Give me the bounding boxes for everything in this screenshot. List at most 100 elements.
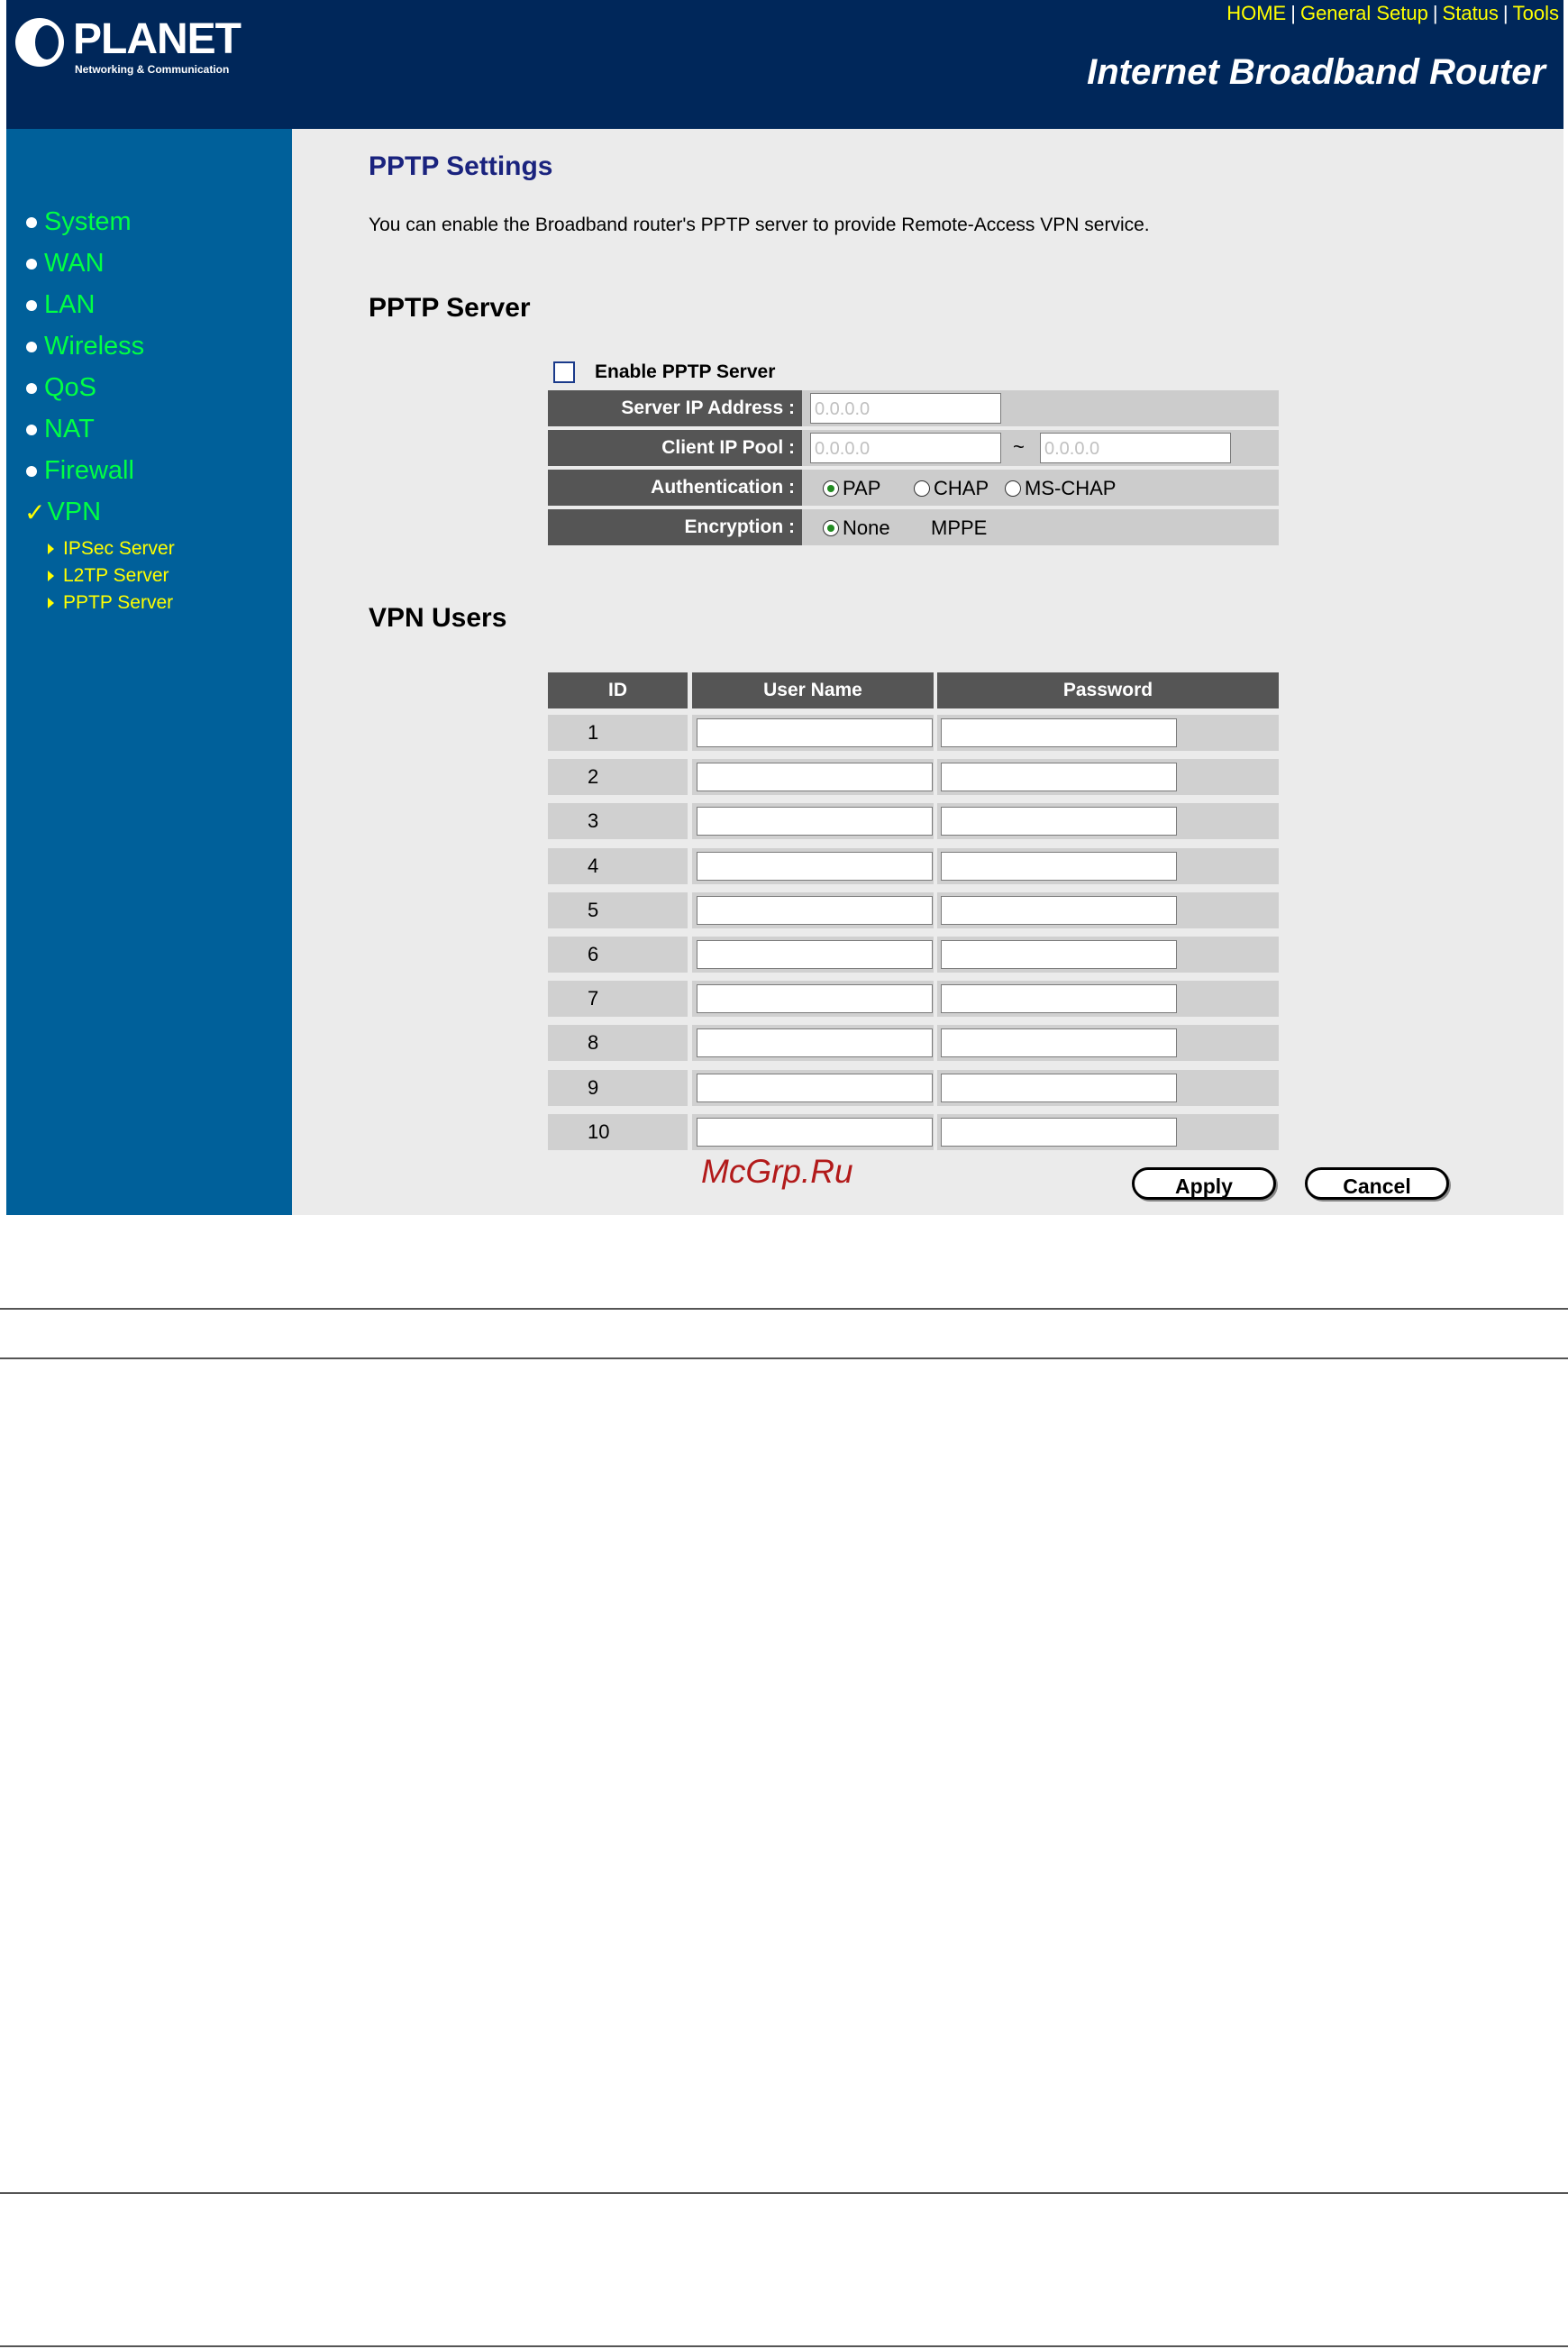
logo-text: PLANET [73,15,242,63]
sidebar-item-label: Wireless [44,332,145,361]
sidebar-item-nat[interactable]: NAT [26,415,95,444]
password-input[interactable] [941,763,1177,791]
password-input[interactable] [941,852,1177,881]
header-bar: PLANET Networking & Communication HOME | G… [6,0,1563,129]
enc-mppe-label: MPPE [931,516,988,539]
table-row: 2 [548,759,1279,795]
table-row: 6 [548,937,1279,973]
section-title-vpn-users: VPN Users [369,603,507,633]
radio-unselected-icon [914,480,930,497]
link-separator: | [1502,2,1509,24]
sidebar-subitem-ipsec-server[interactable]: IPSec Server [48,538,175,560]
server-ip-input[interactable]: 0.0.0.0 [810,393,1001,424]
arrow-right-icon [48,598,54,608]
sidebar-subitem-label: PPTP Server [63,592,174,613]
enable-pptp-label: Enable PPTP Server [595,361,776,382]
sidebar-item-lan[interactable]: LAN [26,290,95,320]
user-id-cell: 6 [548,937,688,973]
link-general-setup[interactable]: General Setup [1300,2,1428,24]
server-ip-row: Server IP Address : 0.0.0.0 [548,390,1279,426]
link-home[interactable]: HOME [1226,2,1286,24]
username-input[interactable] [697,807,933,836]
user-id-cell: 1 [548,715,688,751]
enc-none-radio[interactable]: None [823,516,890,540]
sidebar-item-label: LAN [44,290,96,319]
arrow-right-icon [48,544,54,554]
sidebar-item-label: Firewall [44,456,134,485]
user-id-cell: 10 [548,1114,688,1150]
main-panel: PPTP Settings You can enable the Broadba… [292,129,1563,1215]
password-input[interactable] [941,896,1177,925]
password-input[interactable] [941,940,1177,969]
bullet-icon [26,258,37,270]
sidebar-item-system[interactable]: System [26,207,132,237]
sidebar-item-wireless[interactable]: Wireless [26,332,144,361]
sidebar-item-firewall[interactable]: Firewall [26,456,134,486]
username-input[interactable] [697,896,933,925]
link-separator: | [1432,2,1438,24]
username-input[interactable] [697,984,933,1013]
sidebar-subitem-l2tp-server[interactable]: L2TP Server [48,565,169,587]
sidebar-subitem-pptp-server[interactable]: PPTP Server [48,592,173,614]
sidebar-item-label: WAN [44,249,105,278]
client-ip-pool-end-input[interactable]: 0.0.0.0 [1040,433,1231,463]
logo-tagline: Networking & Communication [75,63,230,76]
user-id-cell: 3 [548,803,688,839]
password-input[interactable] [941,984,1177,1013]
apply-button[interactable]: Apply [1132,1167,1276,1200]
client-ip-pool-start-input[interactable]: 0.0.0.0 [810,433,1001,463]
user-id-cell: 4 [548,848,688,884]
client-ip-pool-row: Client IP Pool : 0.0.0.0 ~ 0.0.0.0 [548,430,1279,466]
sidebar-subitem-label: L2TP Server [63,565,169,586]
username-input[interactable] [697,852,933,881]
sidebar-item-label: NAT [44,415,95,443]
sidebar-item-vpn[interactable]: ✓ VPN [24,498,101,527]
user-id-cell: 2 [548,759,688,795]
link-tools[interactable]: Tools [1513,2,1559,24]
auth-mschap-label: MS-CHAP [1025,477,1117,499]
col-header-id: ID [548,672,688,708]
username-input[interactable] [697,1074,933,1102]
password-input[interactable] [941,1028,1177,1057]
table-row: 5 [548,892,1279,928]
divider [0,1308,1568,1310]
enc-none-label: None [843,516,890,539]
authentication-label: Authentication : [548,470,802,506]
arrow-right-icon [48,571,54,581]
enable-pptp-row: Enable PPTP Server [553,361,775,383]
table-row: 8 [548,1025,1279,1061]
auth-pap-radio[interactable]: PAP [823,477,880,500]
username-input[interactable] [697,718,933,747]
username-input[interactable] [697,1028,933,1057]
password-input[interactable] [941,807,1177,836]
encryption-label: Encryption : [548,509,802,545]
sidebar-item-label: QoS [44,373,97,402]
password-input[interactable] [941,1074,1177,1102]
username-input[interactable] [697,1118,933,1147]
auth-chap-radio[interactable]: CHAP [914,477,989,500]
enable-pptp-checkbox[interactable] [553,361,575,383]
sidebar-subitem-label: IPSec Server [63,538,175,559]
product-title: Internet Broadband Router [1087,52,1545,92]
authentication-row: Authentication : PAP CHAP MS-CHAP [548,470,1279,506]
client-ip-pool-label: Client IP Pool : [548,430,802,466]
sidebar-item-wan[interactable]: WAN [26,249,105,279]
enc-mppe-option[interactable]: MPPE [931,516,987,540]
table-row: 1 [548,715,1279,751]
sidebar-item-label: VPN [47,498,102,526]
username-input[interactable] [697,940,933,969]
table-row: 3 [548,803,1279,839]
password-input[interactable] [941,718,1177,747]
sidebar-item-qos[interactable]: QoS [26,373,96,403]
password-input[interactable] [941,1118,1177,1147]
radio-selected-icon [823,520,839,536]
auth-mschap-radio[interactable]: MS-CHAP [1005,477,1116,500]
cancel-button[interactable]: Cancel [1305,1167,1449,1200]
user-id-cell: 9 [548,1070,688,1106]
bullet-icon [26,341,37,352]
radio-unselected-icon [1005,480,1021,497]
auth-pap-label: PAP [843,477,881,499]
planet-logo-icon [15,18,64,67]
username-input[interactable] [697,763,933,791]
link-status[interactable]: Status [1443,2,1499,24]
